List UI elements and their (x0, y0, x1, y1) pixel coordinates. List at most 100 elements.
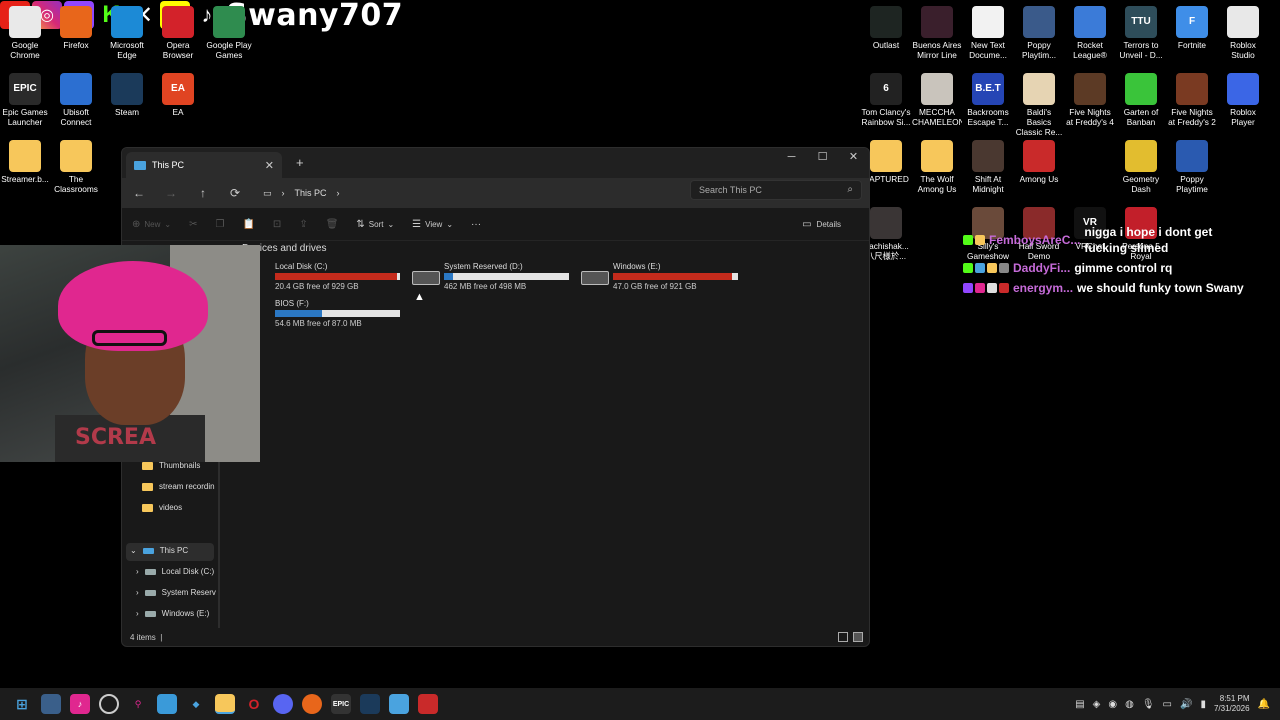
start-button[interactable]: ⊞ (12, 694, 32, 714)
cut-button[interactable]: ✂ (189, 219, 197, 230)
share-button[interactable]: ⇪ (299, 219, 307, 230)
mic-icon[interactable]: 🎙 (1142, 699, 1155, 710)
copy-button[interactable]: ❐ (216, 219, 225, 230)
details-view-toggle[interactable] (838, 632, 848, 642)
steam-icon[interactable] (360, 694, 380, 714)
tiktok-live-icon[interactable]: ♪ (70, 694, 90, 714)
sort-button[interactable]: ⇅ Sort ⌄ (356, 219, 394, 230)
desktop-icon[interactable]: Baldi's Basics Classic Re... (1014, 73, 1064, 137)
discord-icon[interactable] (273, 694, 293, 714)
sidebar-item-thumbnails[interactable]: Thumbnails (142, 461, 200, 470)
desktop-icon[interactable]: Roblox Player (1218, 73, 1268, 127)
rename-icon: ⊡ (272, 218, 282, 230)
delete-button[interactable]: 🗑 (326, 219, 339, 230)
close-button[interactable]: ✕ (838, 148, 869, 168)
desktop-icon[interactable]: Poppy Playtim... (1014, 6, 1064, 60)
tiles-view-toggle[interactable] (853, 632, 863, 642)
sidebar-item-this-pc[interactable]: ⌄ This PC (130, 546, 188, 555)
app-icon[interactable]: ◆ (186, 694, 206, 714)
tray-icon[interactable]: ◉ (1108, 699, 1117, 710)
desktop-icon[interactable]: Geometry Dash (1116, 140, 1166, 194)
desktop-icon[interactable]: EA EA (153, 73, 203, 117)
view-button[interactable]: ☰ View ⌄ (412, 219, 453, 230)
sidebar-item-videos[interactable]: videos (142, 503, 182, 512)
desktop-icon[interactable]: 6 Tom Clancy's Rainbow Si... (861, 73, 911, 127)
tab-this-pc[interactable]: This PC ✕ (126, 152, 282, 178)
minimize-button[interactable]: ─ (776, 148, 807, 168)
up-button[interactable]: ↑ (196, 186, 210, 200)
back-button[interactable]: ← (132, 186, 146, 200)
tray-icon[interactable]: ▤ (1075, 699, 1084, 710)
desktop-icon[interactable]: Opera Browser (153, 6, 203, 60)
battery-icon[interactable]: ▮ (1200, 699, 1206, 710)
new-button[interactable]: ⊕ New ⌄ (132, 219, 171, 230)
desktop-icon[interactable]: Streamer.b... (0, 140, 50, 184)
opera-icon[interactable]: O (244, 694, 264, 714)
search-input[interactable]: Search This PC ⌕ (690, 180, 862, 200)
desktop-icon[interactable]: TTU Terrors to Unveil - D... (1116, 6, 1166, 60)
forward-button[interactable]: → (164, 186, 178, 200)
maximize-button[interactable]: ☐ (807, 148, 838, 168)
clock[interactable]: 8:51 PM 7/31/2026 (1214, 694, 1250, 714)
clock-app-icon[interactable] (99, 694, 119, 714)
epic-games-icon[interactable]: EPIC (331, 694, 351, 714)
sidebar-item-windows-e[interactable]: › Windows (E:) (136, 609, 209, 618)
pin-app-icon[interactable]: ⚲ (128, 694, 148, 714)
drive-bios-f[interactable]: BIOS (F:) 54.6 MB free of 87.0 MB (275, 299, 410, 328)
desktop-icon[interactable]: Roblox Studio (1218, 6, 1268, 60)
drive-local-disk-c[interactable]: Local Disk (C:) 20.4 GB free of 929 GB (275, 262, 410, 291)
desktop-icon[interactable]: EPIC Epic Games Launcher (0, 73, 50, 127)
drive-windows-e[interactable]: Windows (E:) 47.0 GB free of 921 GB (613, 262, 748, 291)
desktop-icon-label: Ubisoft Connect (60, 107, 92, 127)
sidebar-item-local-disk-c[interactable]: › Local Disk (C:) (136, 567, 214, 576)
desktop-icon[interactable]: Rocket League® (1065, 6, 1115, 60)
sidebar-item-stream-recordings[interactable]: stream recordin (142, 482, 215, 491)
desktop-icon[interactable]: Shift At Midnight (963, 140, 1013, 194)
desktop-icon[interactable]: Poppy Playtime (1167, 140, 1217, 194)
steam-tray-icon[interactable]: ◈ (1093, 699, 1101, 710)
close-tab-icon[interactable]: ✕ (265, 159, 274, 172)
new-tab-button[interactable]: + (296, 155, 304, 170)
title-bar[interactable]: This PC ✕ + ─ ☐ ✕ (122, 148, 869, 178)
more-button[interactable]: ··· (471, 219, 481, 230)
desktop-icon-label: The Classrooms (54, 174, 98, 194)
desktop-icon[interactable]: Five Nights at Freddy's 2 (1167, 73, 1217, 127)
desktop-icon[interactable]: Steam (102, 73, 152, 117)
breadcrumb[interactable]: This PC (295, 188, 327, 198)
firefox-icon[interactable] (302, 694, 322, 714)
desktop-icon[interactable]: Google Play Games (204, 6, 254, 60)
desktop-icon[interactable]: B.E.T Backrooms Escape T... (963, 73, 1013, 127)
desktop-icon[interactable]: The Classrooms (51, 140, 101, 194)
drive-system-reserved-d[interactable]: System Reserved (D:) 462 MB free of 498 … (444, 262, 579, 291)
network-icon[interactable]: ▭ (1163, 699, 1172, 710)
chrome-tray-icon[interactable]: ◍ (1125, 699, 1134, 710)
sidebar-item-system-reserved[interactable]: › System Reserv (136, 588, 216, 597)
desktop-icon[interactable]: Firefox (51, 6, 101, 50)
shirt-text: SCREA (75, 425, 156, 450)
desktop-icon[interactable]: Buenos Aires Mirror Line (912, 6, 962, 60)
bluestacks-icon[interactable] (157, 694, 177, 714)
desktop-icon-label: EA (172, 107, 184, 117)
file-explorer-taskbar-icon[interactable] (215, 694, 235, 714)
desktop-icon[interactable]: Garten of Banban (1116, 73, 1166, 127)
desktop-icon[interactable]: Among Us (1014, 140, 1064, 184)
details-button[interactable]: ▭ Details (802, 219, 841, 230)
app-icon[interactable] (418, 694, 438, 714)
desktop-icon[interactable]: Microsoft Edge (102, 6, 152, 60)
desktop-icon[interactable]: The Wolf Among Us (912, 140, 962, 194)
desktop-icon[interactable]: Five Nights at Freddy's 4 (1065, 73, 1115, 127)
desktop-icon[interactable]: Ubisoft Connect (51, 73, 101, 127)
store-icon[interactable] (389, 694, 409, 714)
desktop-icon[interactable]: New Text Docume... (963, 6, 1013, 60)
desktop-icon[interactable]: Outlast (861, 6, 911, 50)
rename-button[interactable]: ⊡ (273, 219, 281, 230)
notification-bell-icon[interactable]: 🔔 (1258, 699, 1270, 710)
desktop-icon[interactable]: F Fortnite (1167, 6, 1217, 50)
taskbar-app-icon[interactable] (41, 694, 61, 714)
app-icon (1023, 73, 1055, 105)
paste-button[interactable]: 📋 (242, 219, 254, 230)
volume-icon[interactable]: 🔊 (1180, 699, 1192, 710)
refresh-button[interactable]: ⟳ (228, 186, 242, 200)
desktop-icon[interactable]: MECCHA CHAMELEON (912, 73, 962, 127)
desktop-icon[interactable]: Google Chrome (0, 6, 50, 60)
